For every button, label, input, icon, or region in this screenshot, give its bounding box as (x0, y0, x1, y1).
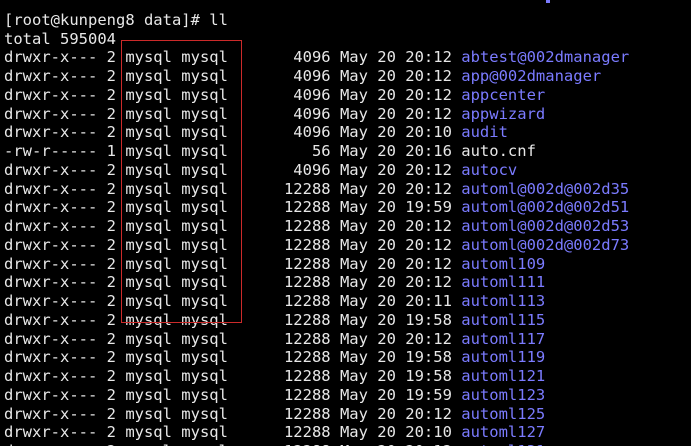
listing-row-meta: drwxr-x--- 2 mysql mysql 12288 May 20 19… (4, 367, 462, 385)
directory-name: automl119 (461, 348, 546, 367)
directory-name: appwizard (461, 104, 546, 123)
terminal-window[interactable]: [root@kunpeng8 data]# ll total 595004 dr… (0, 0, 691, 446)
listing-row: drwxr-x--- 2 mysql mysql 12288 May 20 20… (4, 405, 629, 424)
listing-row: drwxr-x--- 2 mysql mysql 12288 May 20 19… (4, 311, 629, 330)
listing-row: drwxr-x--- 2 mysql mysql 4096 May 20 20:… (4, 86, 629, 105)
file-name: auto.cnf (461, 142, 536, 160)
directory-name: automl109 (461, 254, 546, 273)
listing-row-meta: drwxr-x--- 2 mysql mysql 12288 May 20 20… (4, 329, 462, 348)
directory-listing: drwxr-x--- 2 mysql mysql 4096 May 20 20:… (4, 48, 629, 446)
listing-row: -rw-r----- 1 mysql mysql 56 May 20 20:16… (4, 142, 629, 161)
listing-row: drwxr-x--- 2 mysql mysql 4096 May 20 20:… (4, 161, 629, 180)
listing-row-meta: drwxr-x--- 2 mysql mysql 12288 May 20 20… (4, 404, 462, 423)
directory-name: automl131 (461, 442, 545, 446)
directory-name: app@002dmanager (461, 67, 602, 85)
directory-name: automl123 (461, 385, 546, 404)
directory-name: automl115 (461, 310, 546, 329)
blank-top-line (4, 0, 629, 11)
listing-row: drwxr-x--- 2 mysql mysql 12288 May 20 19… (4, 198, 629, 217)
listing-row: drwxr-x--- 2 mysql mysql 12288 May 20 19… (4, 367, 629, 386)
listing-row: drwxr-x--- 2 mysql mysql 12288 May 20 20… (4, 236, 629, 255)
listing-row: drwxr-x--- 2 mysql mysql 12288 May 20 19… (4, 386, 629, 405)
directory-name: automl127 (461, 423, 546, 442)
listing-row: drwxr-x--- 2 mysql mysql 12288 May 20 19… (4, 348, 629, 367)
listing-row-meta: drwxr-x--- 2 mysql mysql 12288 May 20 20… (4, 442, 461, 446)
owner-group-highlight-box (121, 40, 242, 323)
listing-row: drwxr-x--- 2 mysql mysql 4096 May 20 20:… (4, 123, 629, 142)
listing-row: drwxr-x--- 2 mysql mysql 4096 May 20 20:… (4, 67, 629, 86)
directory-name: abtest@002dmanager (461, 48, 630, 67)
listing-row-meta: drwxr-x--- 2 mysql mysql 12288 May 20 19… (4, 385, 462, 404)
directory-name: automl113 (461, 292, 546, 310)
listing-row-meta: drwxr-x--- 2 mysql mysql 12288 May 20 19… (4, 348, 462, 367)
directory-name: audit (461, 123, 508, 142)
listing-row: drwxr-x--- 2 mysql mysql 12288 May 20 20… (4, 330, 629, 349)
listing-row: drwxr-x--- 2 mysql mysql 12288 May 20 20… (4, 442, 629, 446)
directory-name: automl125 (461, 404, 546, 423)
directory-name: automl@002d@002d73 (461, 235, 630, 254)
directory-name: automl111 (461, 273, 546, 292)
directory-name: appcenter (461, 85, 546, 104)
directory-name: automl121 (461, 367, 546, 385)
directory-name: automl@002d@002d51 (461, 198, 630, 217)
listing-row-meta: drwxr-x--- 2 mysql mysql 12288 May 20 20… (4, 423, 462, 442)
listing-row: drwxr-x--- 2 mysql mysql 12288 May 20 20… (4, 423, 629, 442)
directory-name: automl117 (461, 329, 546, 348)
listing-row: drwxr-x--- 2 mysql mysql 12288 May 20 20… (4, 292, 629, 311)
listing-row: drwxr-x--- 2 mysql mysql 12288 May 20 20… (4, 217, 629, 236)
directory-name: automl@002d@002d53 (461, 217, 630, 235)
listing-row: drwxr-x--- 2 mysql mysql 12288 May 20 20… (4, 180, 629, 199)
listing-row: drwxr-x--- 2 mysql mysql 4096 May 20 20:… (4, 105, 629, 124)
listing-row: drwxr-x--- 2 mysql mysql 12288 May 20 20… (4, 273, 629, 292)
directory-name: autocv (461, 160, 518, 179)
total-line: total 595004 (4, 29, 116, 48)
prompt-line: [root@kunpeng8 data]# ll (4, 10, 228, 29)
listing-row: drwxr-x--- 2 mysql mysql 12288 May 20 20… (4, 255, 629, 274)
terminal-output: [root@kunpeng8 data]# ll total 595004 dr… (4, 0, 629, 446)
listing-row: drwxr-x--- 2 mysql mysql 4096 May 20 20:… (4, 48, 629, 67)
directory-name: automl@002d@002d35 (461, 179, 630, 198)
